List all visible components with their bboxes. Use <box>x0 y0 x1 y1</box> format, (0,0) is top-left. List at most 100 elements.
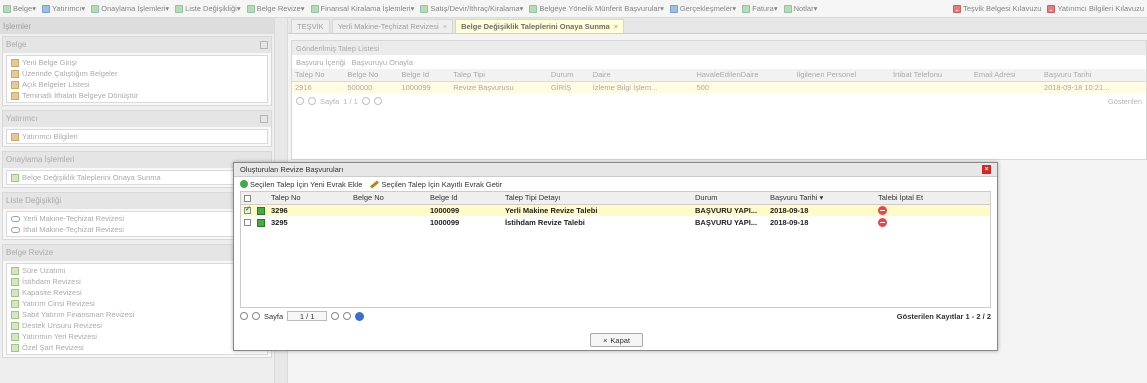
sidebar-item-teminatli[interactable]: Teminatlı İthalatı Belgeye Dönüştür <box>7 90 267 101</box>
column-header[interactable]: HavaleEdilenDaire <box>693 69 794 82</box>
section-header[interactable]: Belge <box>3 37 271 53</box>
row-select[interactable] <box>241 204 254 216</box>
column-header[interactable]: Talebi İptal Et <box>875 192 990 205</box>
request-list-panel: Gönderilmiş Talep Listesi Başvuru İçeriğ… <box>291 40 1147 160</box>
sidebar-item-yeni-belge[interactable]: Yeni Belge Girişi <box>7 57 267 68</box>
collapse-icon[interactable] <box>260 115 268 123</box>
table-row[interactable]: 2916 500000 1000099 Revize Başvurusu GİR… <box>292 81 1146 93</box>
sidebar-item-acik[interactable]: Açık Belgeler Listesi <box>7 79 267 90</box>
column-header[interactable]: Belge No <box>344 69 399 82</box>
add-document-button[interactable]: Seçilen Talep İçin Yeni Evrak Ekle <box>240 180 362 189</box>
sidebar-item-label: Yatırımın Yeri Revizesi <box>22 332 97 341</box>
tab-yerli-makine[interactable]: Yerli Makine-Teçhizat Revizesi × <box>331 19 454 33</box>
basvuru-icerigi-button[interactable]: Başvuru İçeriği <box>296 58 346 67</box>
section-header[interactable]: Onaylama İşlemleri <box>3 152 271 168</box>
first-page-icon[interactable] <box>240 312 248 320</box>
section-header[interactable]: Yatırımcı <box>3 111 271 127</box>
menu-yatirimci[interactable]: Yatırımcı ▾ <box>39 4 88 13</box>
menu-munferit[interactable]: Belgeye Yönelik Münferit Başvurular ▾ <box>526 4 667 13</box>
cancel-icon[interactable] <box>878 206 887 215</box>
sidebar-item-label: Özel Şart Revizesi <box>22 343 84 352</box>
table-row[interactable]: 3295 1000099 İstihdam Revize Talebi BAŞV… <box>241 216 990 228</box>
column-header[interactable]: Durum <box>547 69 590 82</box>
page-input[interactable]: 1 / 1 <box>343 97 358 106</box>
tab-tesvik[interactable]: TEŞVİK <box>291 19 330 33</box>
next-page-icon[interactable] <box>361 97 370 105</box>
expand-cell[interactable] <box>254 204 268 216</box>
column-header[interactable]: Başvuru Tarihi <box>1040 69 1146 82</box>
last-page-icon[interactable] <box>373 97 382 105</box>
menu-satis[interactable]: Satış/Devir/İthraç/Kiralama ▾ <box>417 4 526 13</box>
checkbox[interactable] <box>244 194 251 202</box>
menu-label: Fatura <box>752 4 774 13</box>
sidebar-item-sure[interactable]: Süre Uzatımı <box>7 265 267 276</box>
table-row[interactable]: 3296 1000099 Yerli Makine Revize Talebi … <box>241 204 990 216</box>
last-page-icon[interactable] <box>343 312 352 320</box>
close-icon[interactable]: × <box>614 22 618 31</box>
menu-finansal[interactable]: Finansal Kiralama İşlemleri ▾ <box>308 4 418 13</box>
column-header[interactable]: İlgilenen Personel <box>793 69 890 82</box>
sidebar-item-cinsi[interactable]: Yatırım Cinsi Revizesi <box>7 298 267 309</box>
column-header[interactable]: İrtibat Telefonu <box>889 69 971 82</box>
expand-cell[interactable] <box>254 216 268 228</box>
basvuruyu-onayla-button[interactable]: Başvuruyu Onayla <box>352 58 413 67</box>
guide-link-yatirimci[interactable]: Yatırımcı Bilgileri Kılavuzu <box>1044 4 1147 13</box>
column-header[interactable]: Belge Id <box>427 192 502 205</box>
sidebar-item-ozel-sart[interactable]: Özel Şart Revizesi <box>7 342 267 353</box>
section-header[interactable]: Belge Revize <box>3 245 271 261</box>
column-header[interactable]: Başvuru Tarihi ▾ <box>767 192 875 205</box>
sidebar-item-istihdam[interactable]: İstihdam Revizesi <box>7 276 267 287</box>
expand-icon[interactable] <box>257 206 265 215</box>
menu-liste[interactable]: Liste Değişikliği ▾ <box>172 4 243 13</box>
close-icon[interactable]: × <box>982 165 991 174</box>
menu-fatura[interactable]: Fatura ▾ <box>739 4 780 13</box>
checkbox[interactable] <box>244 205 251 215</box>
sidebar-item-kapasite[interactable]: Kapasite Revizesi <box>7 287 267 298</box>
checkbox[interactable] <box>244 219 251 227</box>
column-header[interactable]: Daire <box>589 69 694 82</box>
column-header[interactable]: Belge No <box>350 192 427 205</box>
column-header[interactable]: Durum <box>692 192 767 205</box>
sidebar-item-yeri[interactable]: Yatırımın Yeri Revizesi <box>7 331 267 342</box>
collapse-icon[interactable] <box>260 41 268 49</box>
sidebar-item-yerli-makine[interactable]: Yerli Makine-Teçhizat Revizesi <box>7 213 267 224</box>
sidebar-item-finansman[interactable]: Sabit Yatırım Finansman Revizesi <box>7 309 267 320</box>
cancel-icon[interactable] <box>878 217 887 227</box>
row-select[interactable] <box>241 216 254 228</box>
menu-notlar[interactable]: Notlar ▾ <box>781 4 821 13</box>
page-input[interactable]: 1 / 1 <box>287 311 328 321</box>
prev-page-icon[interactable] <box>252 312 260 320</box>
prev-page-icon[interactable] <box>308 97 316 105</box>
column-header[interactable]: Talep Tipi <box>450 69 548 82</box>
column-header[interactable]: Talep No <box>292 69 345 82</box>
column-header[interactable]: Talep No <box>268 192 350 205</box>
sidebar-item-uzerinde[interactable]: Üzerinde Çalıştığım Belgeler <box>7 68 267 79</box>
sidebar-item-ithal-makine[interactable]: İthal Makine-Teçhizat Revizesi <box>7 224 267 235</box>
get-document-button[interactable]: Seçilen Talep İçin Kayıtlı Evrak Getir <box>370 180 502 189</box>
column-header[interactable]: Belge Id <box>398 69 451 82</box>
first-page-icon[interactable] <box>296 97 304 105</box>
sidebar-item-yatirimci-bilgileri[interactable]: Yatırımcı Bilgileri <box>7 131 267 142</box>
menu-revize[interactable]: Belge Revize ▾ <box>244 4 308 13</box>
section-belge: Belge Yeni Belge Girişi Üzerinde Çalıştı… <box>2 36 272 106</box>
menu-belge[interactable]: Belge ▾ <box>0 4 39 13</box>
expand-icon[interactable] <box>257 218 265 227</box>
column-header[interactable]: Talep Tipi Detayı <box>502 192 692 205</box>
next-page-icon[interactable] <box>331 312 340 320</box>
sidebar-item-destek[interactable]: Destek Unsuru Revizesi <box>7 320 267 331</box>
close-button[interactable]: × Kapat <box>590 333 643 347</box>
section-header[interactable]: Liste Değişikliği <box>3 193 271 209</box>
menu-gerceklesmeler[interactable]: Gerçekleşmeler ▾ <box>667 4 739 13</box>
folder-icon <box>11 173 19 182</box>
column-header[interactable]: Email Adresi <box>970 69 1041 82</box>
menu-onaylama[interactable]: Onaylama İşlemleri ▾ <box>88 4 172 13</box>
tab-onaya-sunma[interactable]: Belge Değişiklik Taleplerini Onaya Sunma… <box>455 19 625 33</box>
sidebar-item-onaya-sunma[interactable]: Belge Değişiklik Taleplerini Onaya Sunma <box>7 172 267 183</box>
close-icon[interactable]: × <box>443 22 447 31</box>
guide-link-tesvik[interactable]: Teşvik Belgesi Kılavuzu <box>950 4 1044 13</box>
select-all-cell[interactable] <box>241 192 254 205</box>
refresh-icon[interactable] <box>355 311 365 321</box>
revize-grid: Talep No Belge No Belge Id Talep Tipi De… <box>240 191 991 308</box>
records-info: Gösterilen <box>1107 96 1142 106</box>
item-list: Yatırımcı Bilgileri <box>6 129 268 144</box>
